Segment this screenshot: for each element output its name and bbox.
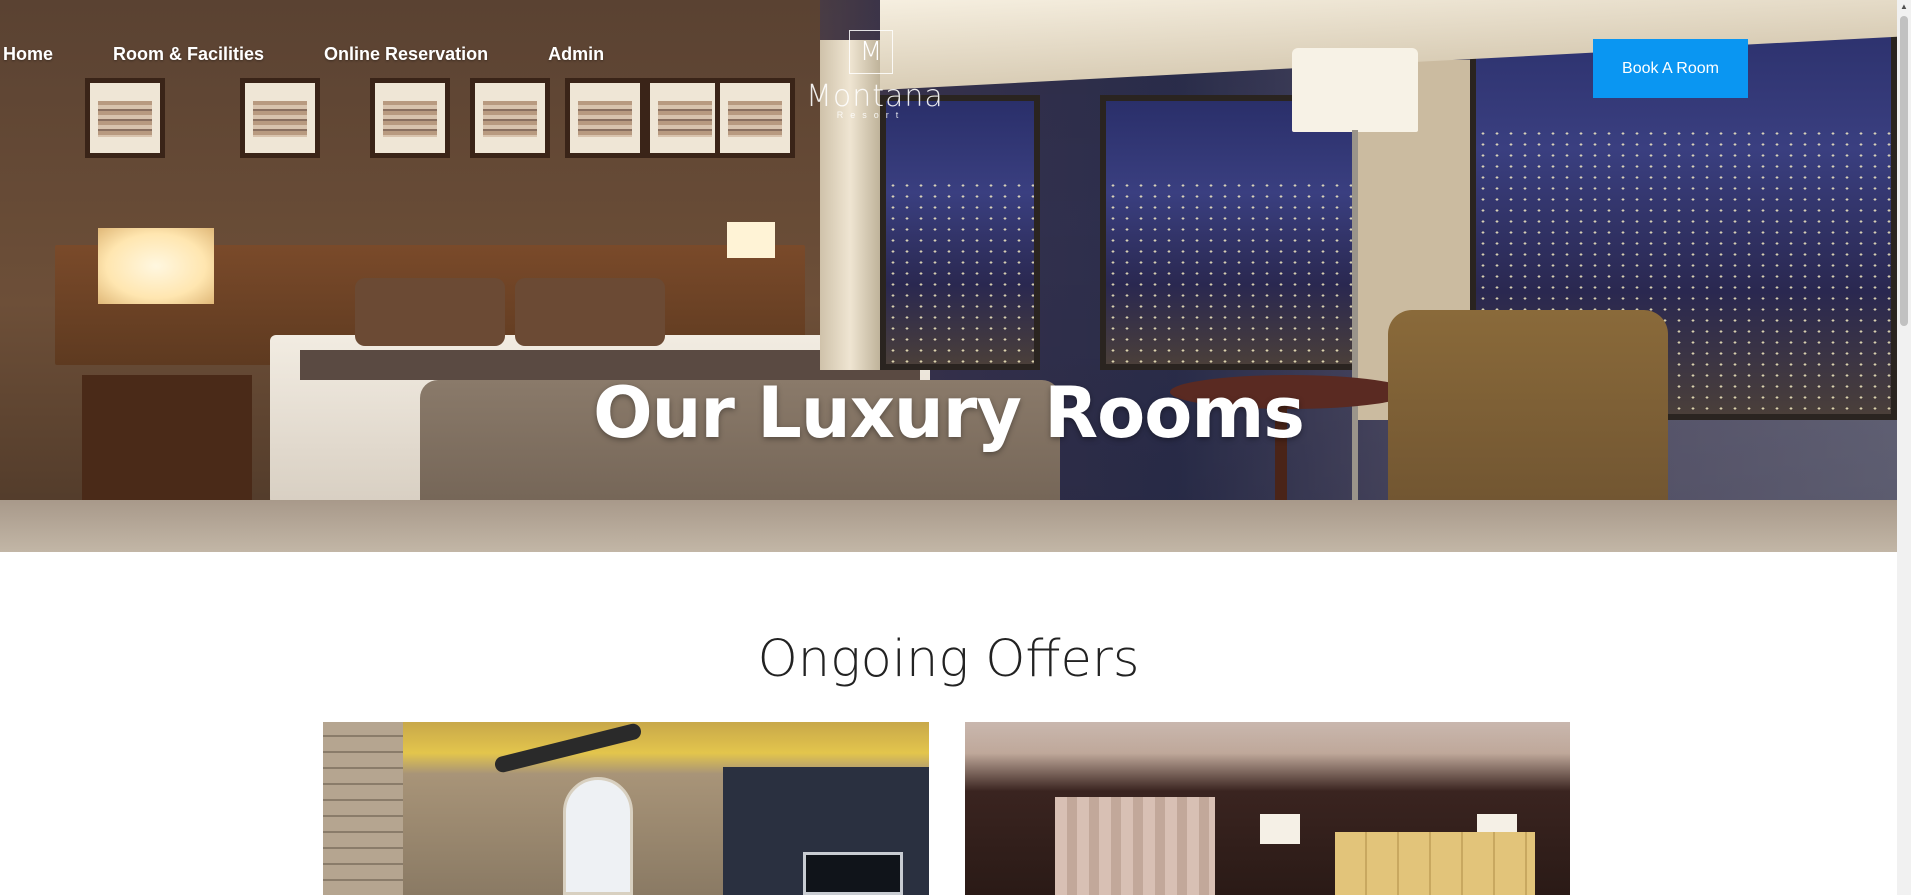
window [1100,95,1358,370]
floor-lamp-pole [1352,130,1358,530]
headboard [1335,832,1535,895]
nav-home[interactable]: Home [3,44,53,65]
arched-window [563,777,633,895]
tv-screen [803,852,903,895]
pillow [355,278,505,346]
site-logo[interactable]: M Montana Resort [806,30,944,120]
curtain [1055,797,1215,895]
nav-admin[interactable]: Admin [548,44,604,65]
main-nav: Home Room & Facilities Online Reservatio… [0,44,664,65]
bedside-lamp [727,222,775,258]
offer-card[interactable] [965,722,1570,895]
bedside-lamp [98,228,214,304]
offer-card[interactable] [323,722,929,895]
wall-art-frames [85,78,795,198]
book-room-button[interactable]: Book A Room [1593,39,1748,98]
hero-title: Our Luxury Rooms [593,372,1305,454]
logo-mark: M [849,30,893,74]
offer-image-detail [323,722,403,895]
hero-banner: Home Room & Facilities Online Reservatio… [0,0,1897,552]
floor [0,500,1897,552]
window [880,95,1040,370]
ceiling-fan [493,722,643,774]
logo-name: Montana [806,79,944,114]
nav-online-reservation[interactable]: Online Reservation [324,44,488,65]
nav-room-facilities[interactable]: Room & Facilities [113,44,264,65]
scroll-up-arrow-icon[interactable]: ▲ [1897,0,1911,14]
wall-lamp [1260,814,1300,844]
page-scrollbar[interactable]: ▲ [1897,0,1911,895]
pillow [515,278,665,346]
scrollbar-thumb[interactable] [1900,16,1908,326]
offers-heading: Ongoing Offers [757,630,1140,689]
floor-lamp [1292,48,1418,132]
